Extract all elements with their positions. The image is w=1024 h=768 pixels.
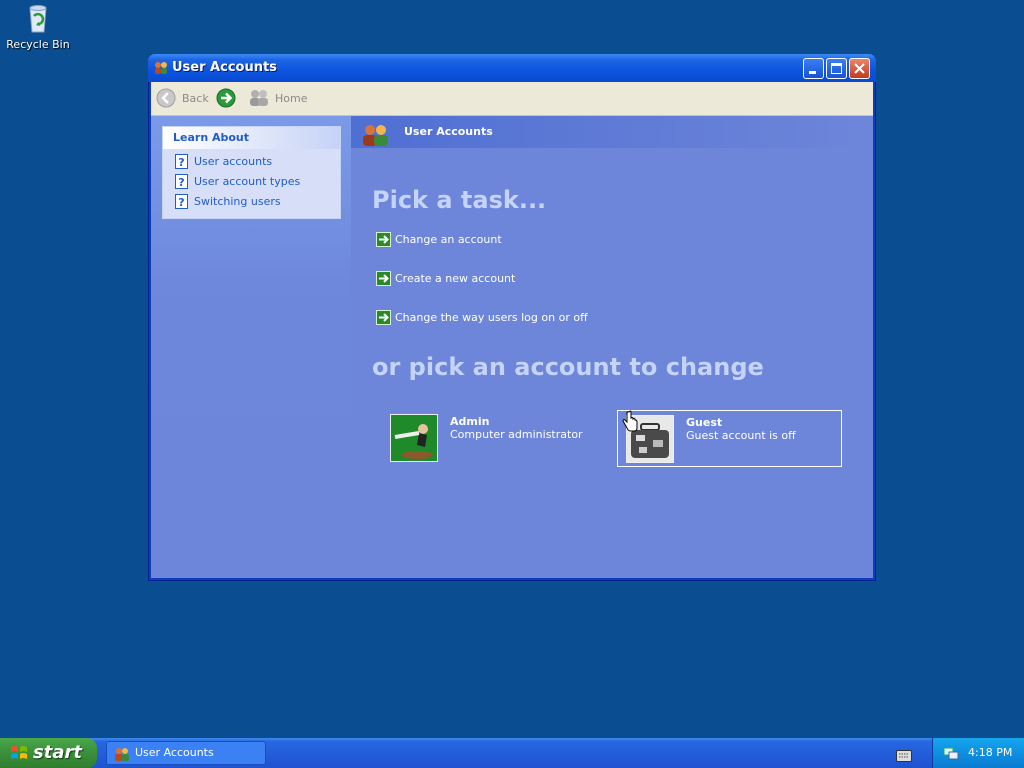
account-description: Guest account is off — [686, 429, 796, 442]
close-button[interactable] — [849, 58, 870, 79]
taskbar-button-label: User Accounts — [135, 746, 214, 759]
link-label: User accounts — [194, 154, 273, 168]
network-icon[interactable] — [943, 745, 959, 761]
learn-switching-users-link[interactable]: ? Switching users — [163, 191, 340, 211]
account-guest[interactable]: Guest Guest account is off — [617, 410, 842, 467]
back-button[interactable]: Back — [156, 87, 209, 109]
window-content: Learn About ? User accounts ? User accou… — [151, 116, 873, 578]
user-accounts-icon — [361, 123, 391, 147]
task-label: Change an account — [395, 233, 502, 246]
recycle-bin-icon — [22, 2, 54, 34]
skateboarder-picture — [390, 414, 438, 462]
keyboard-icon[interactable] — [896, 747, 912, 762]
help-icon: ? — [175, 193, 188, 209]
user-accounts-window: User Accounts Back Home Learn About ? Us… — [148, 54, 876, 581]
pick-account-heading: or pick an account to change — [372, 353, 764, 381]
home-label: Home — [275, 91, 308, 105]
recycle-bin-label: Recycle Bin — [6, 38, 70, 51]
account-description: Computer administrator — [450, 428, 583, 441]
home-users-icon — [249, 88, 269, 108]
taskbar-user-accounts[interactable]: User Accounts — [106, 741, 266, 765]
learn-account-types-link[interactable]: ? User account types — [163, 171, 340, 191]
windows-logo-icon — [10, 744, 28, 762]
learn-about-panel: Learn About ? User accounts ? User accou… — [162, 126, 341, 219]
green-arrow-icon — [376, 271, 391, 286]
user-accounts-icon — [154, 60, 168, 74]
forward-button[interactable] — [216, 87, 242, 109]
main-pane: User Accounts Pick a task... Change an a… — [351, 116, 873, 578]
home-button[interactable]: Home — [249, 87, 307, 109]
task-label: Change the way users log on or off — [395, 311, 588, 324]
start-button[interactable]: start — [0, 738, 97, 768]
left-task-pane: Learn About ? User accounts ? User accou… — [151, 116, 351, 578]
account-name: Guest — [686, 416, 723, 429]
change-logon-link[interactable]: Change the way users log on or off — [376, 310, 588, 325]
create-account-link[interactable]: Create a new account — [376, 271, 515, 286]
change-account-link[interactable]: Change an account — [376, 232, 502, 247]
forward-arrow-icon — [216, 88, 236, 108]
back-arrow-icon — [156, 88, 176, 108]
panel-title: Learn About — [163, 127, 340, 149]
system-tray: 4:18 PM — [932, 738, 1024, 768]
account-name: Admin — [450, 415, 490, 428]
toolbar: Back Home — [151, 82, 873, 116]
learn-user-accounts-link[interactable]: ? User accounts — [163, 151, 340, 171]
maximize-button[interactable] — [826, 58, 847, 79]
start-label: start — [33, 742, 82, 763]
task-label: Create a new account — [395, 272, 516, 285]
green-arrow-icon — [376, 310, 391, 325]
green-arrow-icon — [376, 232, 391, 247]
minimize-button[interactable] — [803, 58, 824, 79]
title-bar[interactable]: User Accounts — [148, 54, 876, 82]
clock[interactable]: 4:18 PM — [968, 746, 1012, 759]
help-icon: ? — [175, 153, 188, 169]
pick-task-heading: Pick a task... — [372, 186, 547, 214]
back-label: Back — [182, 91, 209, 105]
main-header: User Accounts — [351, 116, 873, 148]
window-title: User Accounts — [172, 60, 277, 75]
link-label: User account types — [194, 174, 301, 188]
taskbar: start User Accounts 4:18 PM — [0, 738, 1024, 768]
main-header-title: User Accounts — [404, 125, 493, 138]
help-icon: ? — [175, 173, 188, 189]
hand-cursor-icon — [621, 410, 639, 434]
link-label: Switching users — [194, 194, 281, 208]
recycle-bin[interactable]: Recycle Bin — [6, 2, 70, 51]
account-admin[interactable]: Admin Computer administrator — [382, 410, 607, 467]
user-accounts-icon — [114, 746, 130, 761]
